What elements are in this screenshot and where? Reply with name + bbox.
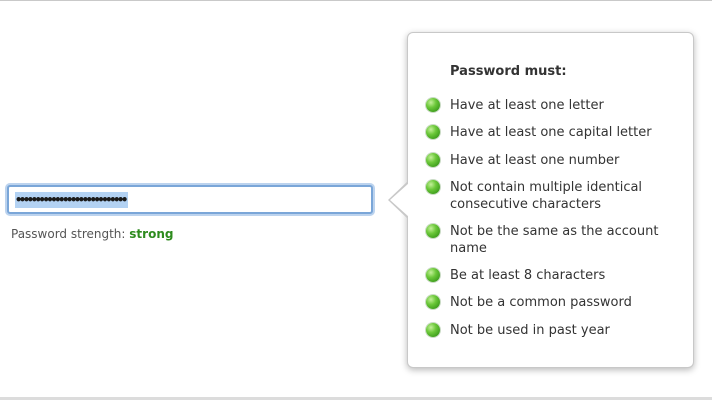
green-check-dot-icon xyxy=(426,98,440,112)
requirement-text: Not be the same as the account name xyxy=(450,224,659,256)
green-check-dot-icon xyxy=(426,268,440,282)
green-check-dot-icon xyxy=(426,323,440,337)
requirement-text: Be at least 8 characters xyxy=(450,268,606,283)
green-check-dot-icon xyxy=(426,153,440,167)
requirement-text: Have at least one letter xyxy=(450,98,604,113)
password-strength-indicator: Password strength: strong xyxy=(11,227,173,241)
requirement-text: Have at least one number xyxy=(450,153,620,168)
requirement-text: Not be a common password xyxy=(450,295,632,310)
popover-arrow-fill xyxy=(390,183,409,217)
requirement-text: Not contain multiple identical consecuti… xyxy=(450,180,643,212)
requirement-text: Not be used in past year xyxy=(450,323,610,338)
password-strength-value: strong xyxy=(129,227,174,241)
green-check-dot-icon xyxy=(426,180,440,194)
green-check-dot-icon xyxy=(426,295,440,309)
requirement-text: Have at least one capital letter xyxy=(450,125,652,140)
password-input[interactable]: •••••••••••••••••••••••••••• xyxy=(7,185,373,214)
green-check-dot-icon xyxy=(426,224,440,238)
password-strength-label: Password strength: xyxy=(11,227,126,241)
green-check-dot-icon xyxy=(426,125,440,139)
top-divider xyxy=(0,0,712,1)
password-value-selected: •••••••••••••••••••••••••••• xyxy=(15,191,128,208)
popover-title: Password must: xyxy=(450,64,567,79)
